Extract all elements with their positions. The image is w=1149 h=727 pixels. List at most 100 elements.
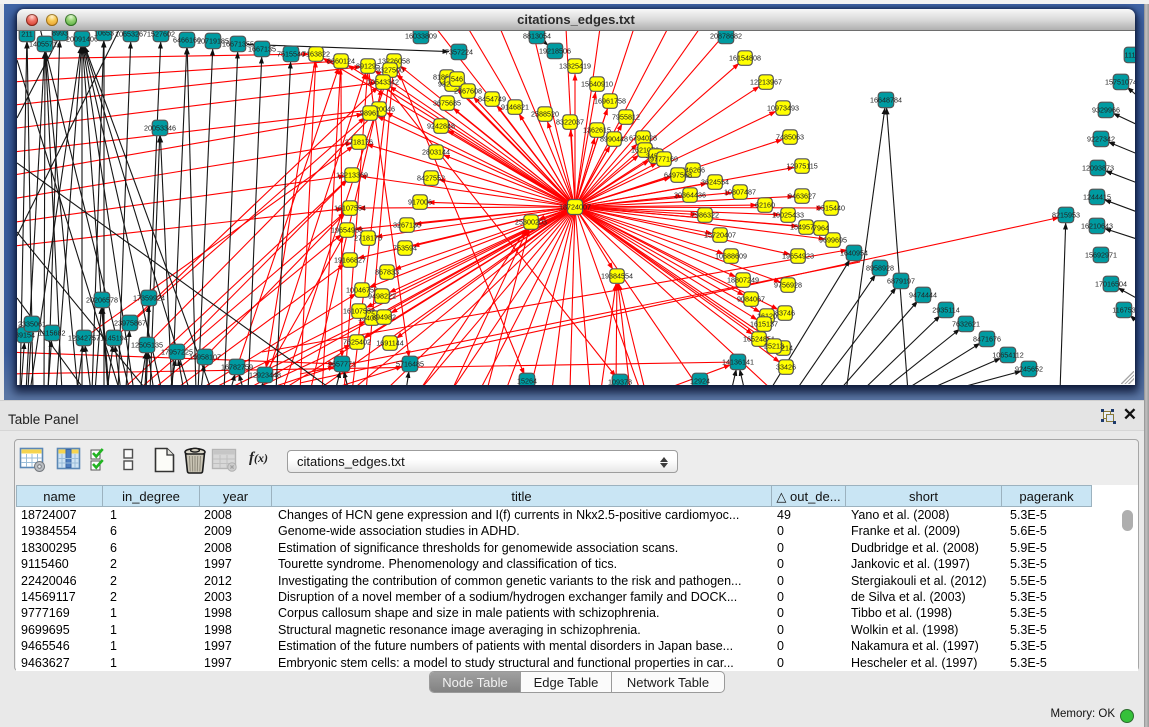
svg-text:9756928: 9756928: [774, 281, 802, 290]
svg-text:15264: 15264: [517, 377, 537, 385]
svg-text:10807487: 10807487: [724, 188, 756, 197]
svg-text:8215953: 8215953: [1052, 211, 1080, 220]
svg-text:6794028: 6794028: [629, 134, 657, 143]
svg-text:12924: 12924: [690, 377, 710, 385]
svg-text:20206578: 20206578: [86, 296, 118, 305]
svg-text:83746: 83746: [775, 309, 795, 318]
svg-text:2588520: 2588520: [531, 110, 559, 119]
svg-text:9146821: 9146821: [501, 103, 529, 112]
svg-text:18724007: 18724007: [559, 203, 591, 212]
svg-text:7485063: 7485063: [776, 133, 804, 142]
svg-text:25213: 25213: [764, 342, 784, 351]
svg-text:12093873: 12093873: [1082, 164, 1114, 173]
svg-text:9242848: 9242848: [427, 122, 455, 131]
svg-text:12923448: 12923448: [249, 371, 281, 380]
svg-text:894982: 894982: [372, 313, 396, 322]
svg-text:8322037: 8322037: [556, 118, 584, 127]
svg-text:33426: 33426: [776, 363, 796, 372]
svg-text:753594: 753594: [393, 244, 417, 253]
svg-text:13325419: 13325419: [559, 62, 591, 71]
svg-text:9498222: 9498222: [368, 292, 396, 301]
svg-text:19166827: 19166827: [334, 256, 366, 265]
svg-text:7964: 7964: [813, 224, 829, 233]
svg-text:7515540: 7515540: [277, 50, 305, 59]
svg-text:9245652: 9245652: [1015, 365, 1043, 374]
svg-text:10543342: 10543342: [367, 78, 399, 87]
svg-text:15720407: 15720407: [704, 231, 736, 240]
svg-text:19958107: 19958107: [189, 353, 221, 362]
svg-text:16033809: 16033809: [405, 32, 437, 41]
svg-text:23975867: 23975867: [114, 319, 146, 328]
svg-text:8990448: 8990448: [600, 135, 628, 144]
svg-text:917006: 917006: [408, 198, 432, 207]
svg-text:8660124: 8660124: [327, 57, 355, 66]
svg-text:10688609: 10688609: [715, 252, 747, 261]
svg-text:18807249: 18807249: [727, 276, 759, 285]
svg-text:20364436: 20364436: [674, 191, 706, 200]
svg-text:1527602: 1527602: [147, 31, 175, 39]
svg-text:3675685: 3675685: [433, 99, 461, 108]
svg-text:7955812: 7955812: [612, 113, 640, 122]
svg-text:25300203: 25300203: [515, 218, 547, 227]
svg-text:14136141: 14136141: [722, 358, 754, 367]
svg-text:7632621: 7632621: [952, 320, 980, 329]
svg-text:7163822: 7163822: [302, 50, 330, 59]
svg-text:546: 546: [451, 75, 463, 84]
svg-text:16154808: 16154808: [729, 54, 761, 63]
svg-text:8471676: 8471676: [973, 335, 1001, 344]
svg-text:1615137: 1615137: [750, 320, 778, 329]
svg-text:9084067: 9084067: [737, 295, 765, 304]
svg-text:19654923: 19654923: [782, 252, 814, 261]
svg-text:9515440: 9515440: [817, 204, 845, 213]
svg-text:19384554: 19384554: [601, 272, 633, 281]
svg-text:6497568: 6497568: [664, 171, 692, 180]
svg-text:3624554: 3624554: [701, 178, 729, 187]
svg-text:20053346: 20053346: [144, 124, 176, 133]
svg-text:9463627: 9463627: [788, 192, 816, 201]
svg-text:10653267: 10653267: [115, 31, 147, 39]
svg-text:19218506: 19218506: [539, 47, 571, 56]
svg-text:3267130: 3267130: [393, 221, 421, 230]
svg-text:9699695: 9699695: [819, 236, 847, 245]
svg-text:2335061: 2335061: [18, 320, 46, 329]
svg-text:211: 211: [21, 31, 32, 39]
svg-text:7986322: 7986322: [691, 211, 719, 220]
svg-text:16107554: 16107554: [334, 204, 366, 213]
svg-text:2718176: 2718176: [345, 138, 373, 147]
svg-text:1667135: 1667135: [248, 45, 276, 54]
svg-text:1117: 1117: [1125, 51, 1135, 60]
svg-text:6879197: 6879197: [887, 277, 915, 286]
svg-text:2803144: 2803144: [422, 148, 450, 157]
svg-text:12342757: 12342757: [68, 334, 100, 343]
svg-text:12505135: 12505135: [131, 341, 163, 350]
svg-text:7357224: 7357224: [445, 48, 473, 57]
svg-text:16210643: 16210643: [1081, 222, 1113, 231]
svg-text:9329966: 9329966: [1092, 106, 1120, 115]
svg-text:1640954: 1640954: [840, 249, 868, 258]
svg-text:9777169: 9777169: [650, 155, 678, 164]
svg-text:10654112: 10654112: [992, 351, 1023, 360]
svg-text:17016504: 17016504: [1095, 280, 1127, 289]
svg-text:16961758: 16961758: [594, 97, 626, 106]
svg-text:16107552: 16107552: [343, 307, 375, 316]
svg-text:9657771: 9657771: [328, 360, 356, 369]
svg-text:12213967: 12213967: [750, 78, 782, 87]
svg-text:9227342: 9227342: [1087, 135, 1115, 144]
svg-text:12975115: 12975115: [786, 162, 817, 171]
svg-text:9327500: 9327500: [376, 66, 404, 75]
svg-text:20878682: 20878682: [710, 32, 742, 41]
svg-text:1244415: 1244415: [1083, 193, 1111, 202]
svg-text:15751074: 15751074: [1105, 78, 1135, 87]
svg-text:10025433: 10025433: [772, 211, 804, 220]
svg-text:8958928: 8958928: [866, 264, 894, 273]
svg-text:9474444: 9474444: [909, 291, 937, 300]
svg-text:15640910: 15640910: [581, 80, 613, 89]
svg-text:1691144: 1691144: [376, 339, 403, 348]
svg-text:109378: 109378: [608, 378, 632, 385]
svg-text:62160: 62160: [755, 201, 775, 210]
svg-text:867833: 867833: [375, 268, 399, 277]
svg-text:1115682: 1115682: [39, 329, 66, 338]
svg-text:8427552: 8427552: [417, 174, 445, 183]
svg-text:10653: 10653: [94, 31, 114, 38]
svg-text:15692971: 15692971: [1085, 251, 1117, 260]
